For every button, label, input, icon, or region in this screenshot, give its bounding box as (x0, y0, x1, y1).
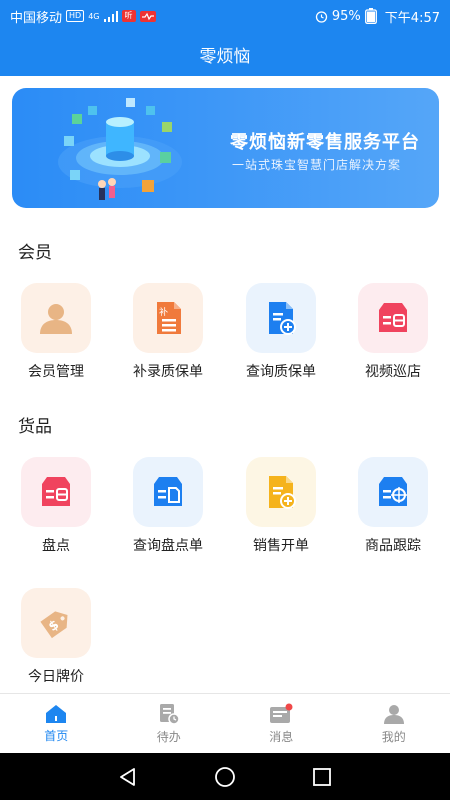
sales-order-tile[interactable] (246, 457, 316, 527)
search-warranty-icon (269, 302, 296, 335)
tab-todo-label: 待办 (156, 729, 181, 744)
sales-order-icon (269, 476, 296, 509)
signal-icon (103, 10, 118, 22)
tab-todo[interactable]: 待办 (113, 694, 226, 753)
svg-text:补: 补 (159, 306, 168, 318)
top-header: 中国移动 HD 4G 听 95% 下午4:57 零烦恼 (0, 0, 450, 76)
activity-icon (139, 10, 156, 22)
grid-item-video-patrol[interactable]: 视频巡店 (337, 283, 449, 381)
search-inventory-icon (154, 477, 182, 506)
back-icon[interactable] (117, 766, 139, 788)
tab-messages[interactable]: 消息 (225, 694, 338, 753)
section-title-goods: 货品 (18, 417, 52, 437)
grid-item-member-management[interactable]: 会员管理 (0, 283, 112, 381)
home-button-icon[interactable] (214, 766, 236, 788)
tab-home[interactable]: 首页 (0, 694, 113, 753)
profile-icon (383, 704, 404, 724)
alarm-icon (315, 10, 328, 23)
message-icon (270, 703, 293, 723)
status-bar: 中国移动 HD 4G 听 95% 下午4:57 (0, 0, 450, 32)
video-patrol-icon (379, 303, 407, 332)
search-inventory-label: 查询盘点单 (133, 538, 203, 554)
todo-icon (159, 703, 180, 725)
unread-dot (285, 703, 293, 710)
grid-item-supplement-warranty[interactable]: 补 补录质保单 (112, 283, 224, 381)
video-patrol-tile[interactable] (358, 283, 428, 353)
system-nav-bar (0, 753, 450, 800)
today-price-label: 今日牌价 (28, 669, 84, 685)
inventory-icon (42, 477, 70, 506)
search-inventory-tile[interactable] (133, 457, 203, 527)
battery-level: 95% (331, 8, 361, 24)
product-tracking-icon (379, 477, 407, 506)
tab-profile[interactable]: 我的 (338, 694, 450, 753)
grid-item-today-price[interactable]: $ 今日牌价 (0, 588, 112, 686)
banner-title: 零烦恼新零售服务平台 (230, 132, 420, 153)
tab-home-label: 首页 (44, 728, 69, 743)
network-type: 4G (88, 11, 100, 21)
grid-item-search-warranty[interactable]: 查询质保单 (225, 283, 337, 381)
recent-apps-icon[interactable] (311, 766, 333, 788)
status-time: 下午4:57 (384, 10, 440, 26)
supplement-warranty-label: 补录质保单 (133, 364, 203, 380)
price-tag-icon: $ (40, 611, 68, 639)
grid-item-product-tracking[interactable]: 商品跟踪 (337, 457, 449, 555)
hd-badge: HD (66, 10, 85, 22)
app-notification-badge: 听 (121, 10, 136, 22)
home-icon (46, 704, 67, 723)
member-management-tile[interactable] (21, 283, 91, 353)
sales-order-label: 销售开单 (253, 538, 309, 554)
product-tracking-tile[interactable] (358, 457, 428, 527)
bottom-tab-bar: 首页 待办 消息 我的 (0, 693, 450, 753)
supplement-warranty-tile[interactable]: 补 (133, 283, 203, 353)
tab-messages-label: 消息 (269, 729, 294, 744)
search-warranty-label: 查询质保单 (246, 364, 316, 380)
today-price-tile[interactable]: $ (21, 588, 91, 658)
smart-store-illustration-icon (58, 98, 182, 200)
app-title: 零烦恼 (199, 46, 251, 67)
product-tracking-label: 商品跟踪 (365, 538, 421, 554)
banner-subtitle: 一站式珠宝智慧门店解决方案 (232, 158, 402, 172)
inventory-label: 盘点 (42, 538, 70, 554)
video-patrol-label: 视频巡店 (365, 364, 421, 380)
section-title-member: 会员 (18, 243, 52, 263)
supplement-warranty-icon: 补 (157, 302, 181, 334)
search-warranty-tile[interactable] (246, 283, 316, 353)
inventory-tile[interactable] (21, 457, 91, 527)
grid-item-search-inventory[interactable]: 查询盘点单 (112, 457, 224, 555)
grid-item-inventory[interactable]: 盘点 (0, 457, 112, 555)
tab-profile-label: 我的 (381, 729, 406, 744)
member-management-label: 会员管理 (28, 364, 84, 380)
member-icon (40, 304, 72, 334)
battery-icon (364, 8, 377, 24)
grid-item-sales-order[interactable]: 销售开单 (225, 457, 337, 555)
app-bar: 零烦恼 (0, 32, 450, 76)
carrier-name: 中国移动 (10, 10, 63, 26)
promo-banner[interactable]: 零烦恼新零售服务平台 一站式珠宝智慧门店解决方案 (12, 88, 439, 208)
